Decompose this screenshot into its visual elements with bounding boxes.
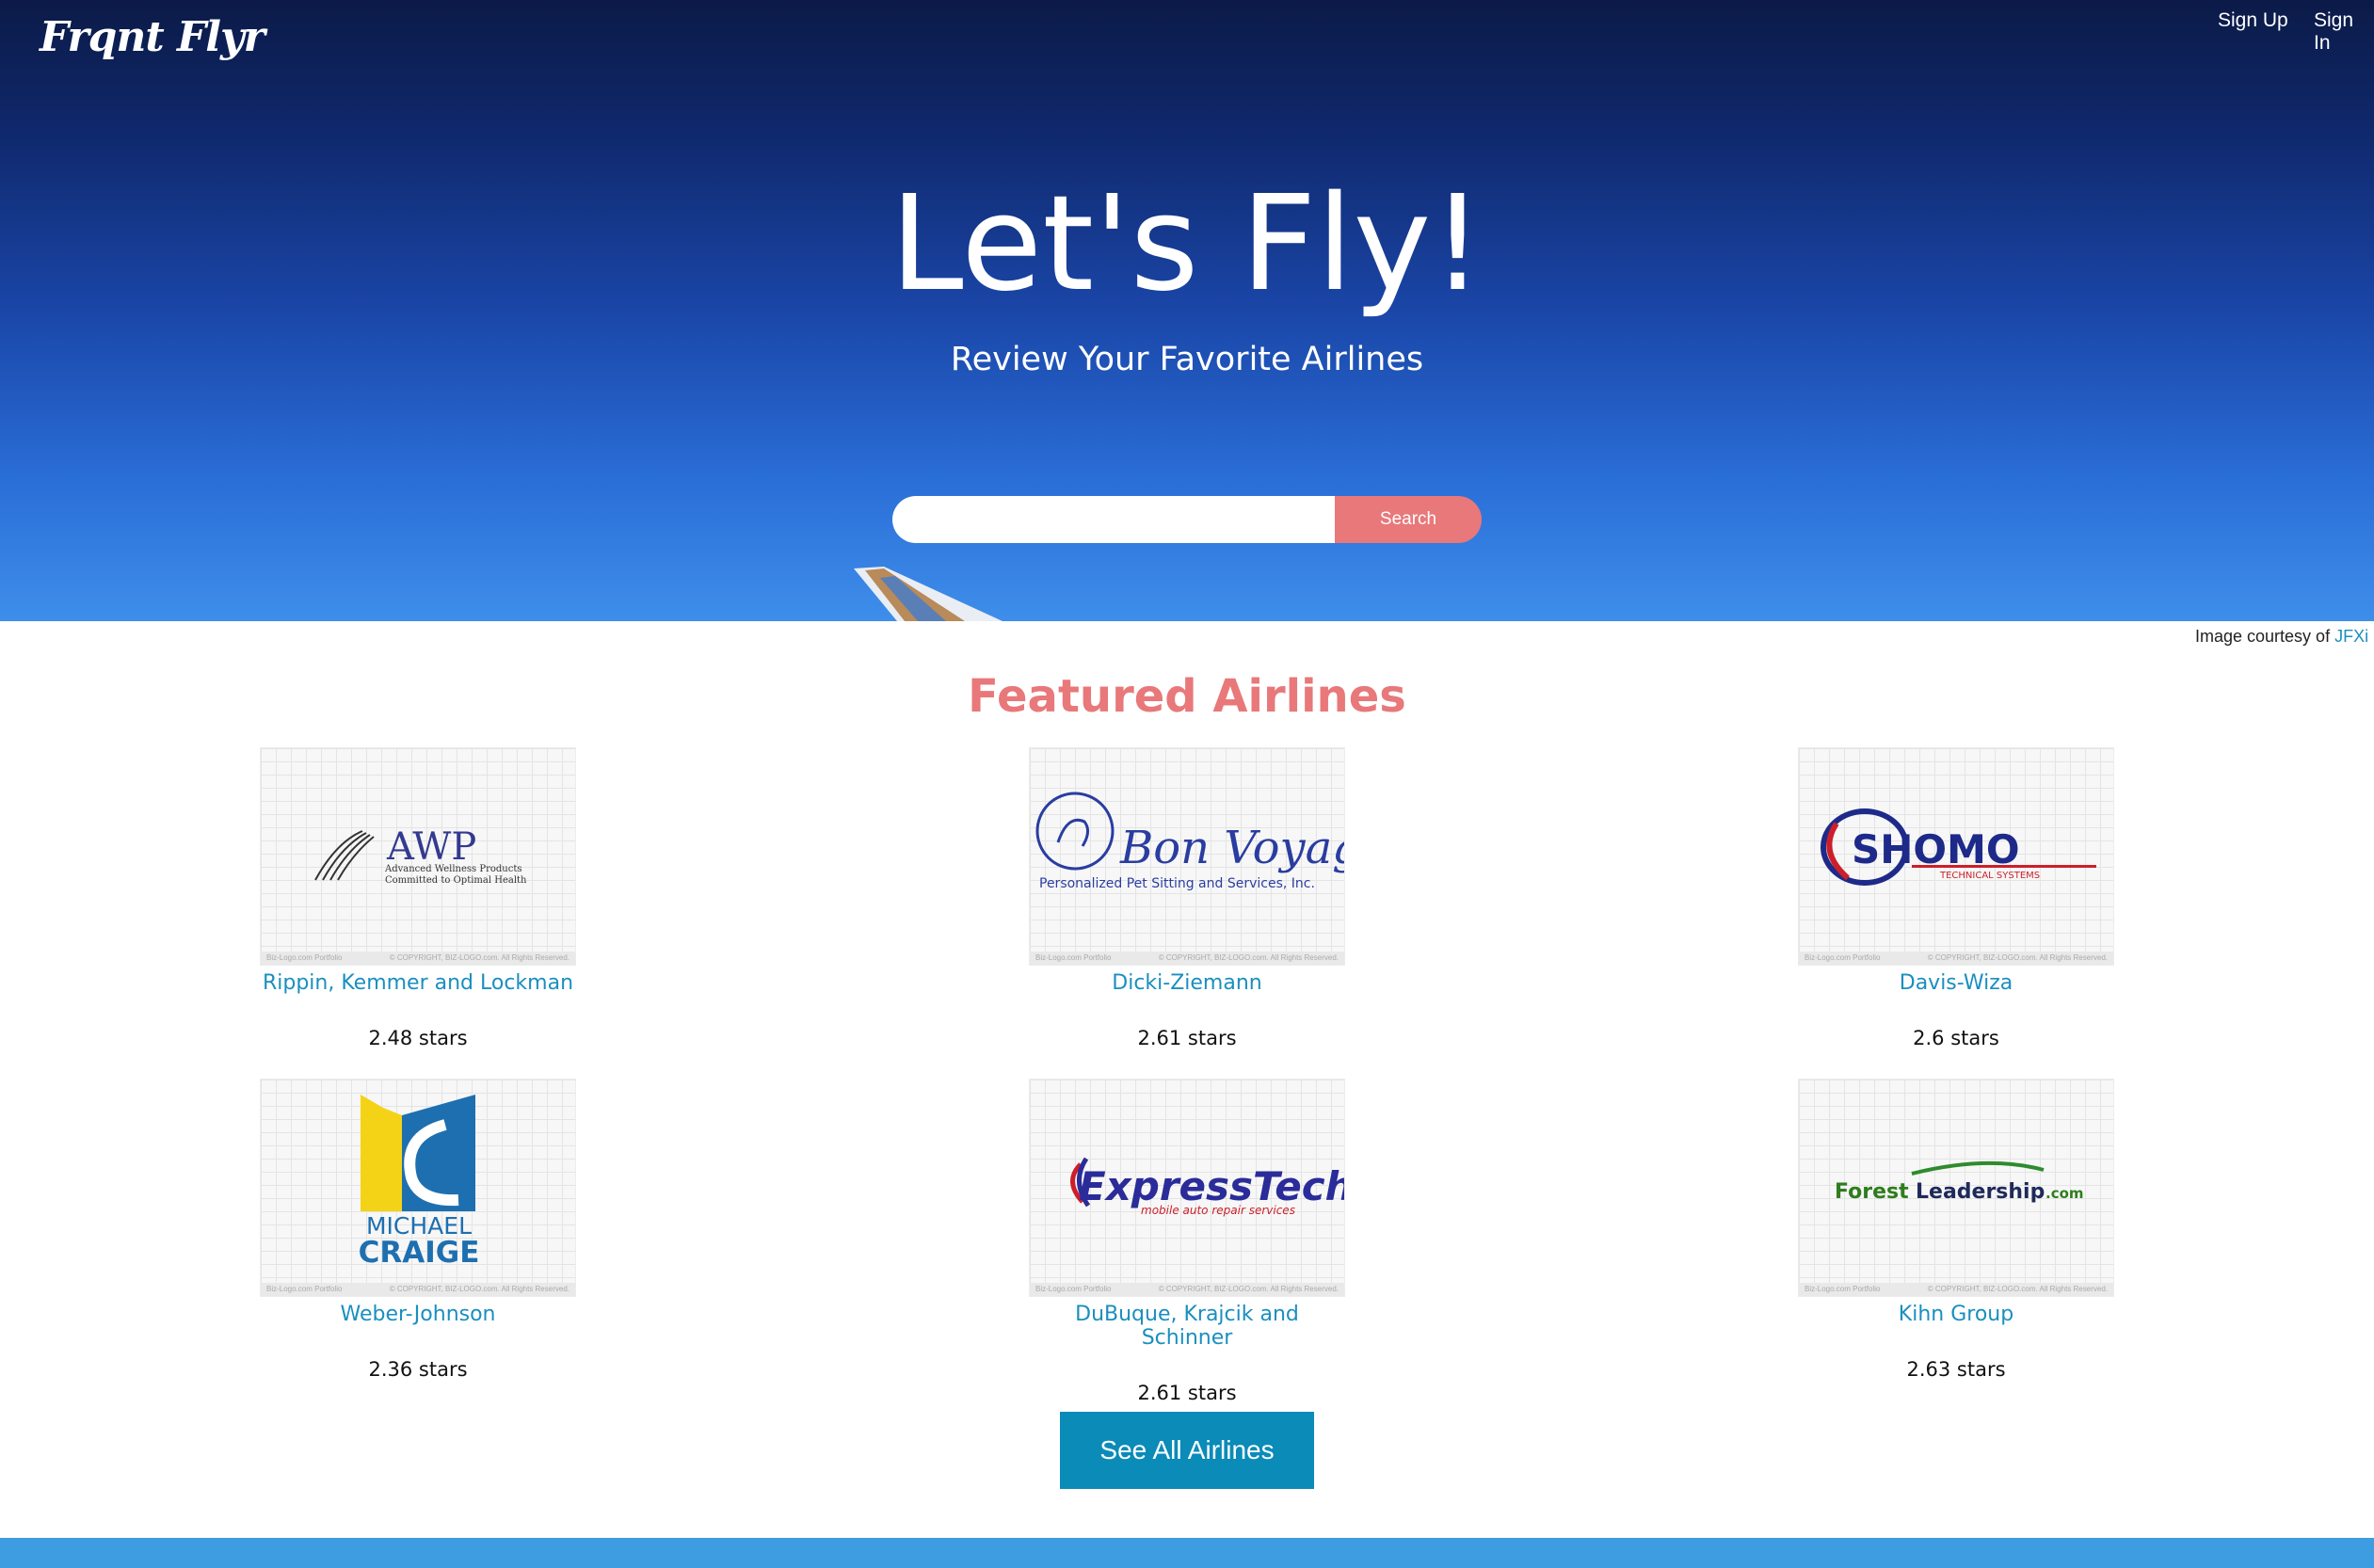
- bon-voyage-logo: Bon Voyage Personalized Pet Sitting and …: [1035, 792, 1345, 891]
- logo-footer: Biz-Logo.com Portfolio © COPYRIGHT, BIZ-L…: [261, 952, 575, 965]
- airline-name-link[interactable]: Dicki-Ziemann: [1027, 971, 1347, 995]
- svg-text:AWP: AWP: [386, 825, 476, 869]
- airline-rating: 2.36 stars: [368, 1358, 468, 1381]
- awp-logo: AWP Advanced Wellness Products Committed…: [314, 825, 527, 886]
- svg-text:ExpressTech: ExpressTech: [1079, 1163, 1345, 1209]
- shomo-logo: SHOMO TECHNICAL SYSTEMS: [1821, 808, 2096, 886]
- forestleadership-logo: Forest Leadership .com: [1835, 1160, 2084, 1204]
- hero-title: Let's Fly!: [890, 168, 1484, 321]
- airline-name-link[interactable]: DuBuque, Krajcik and Schinner: [1027, 1303, 1347, 1350]
- airline-rating: 2.61 stars: [1137, 1382, 1237, 1404]
- hero-banner: Frqnt Flyr Sign Up Sign In Let's Fly! Re…: [0, 0, 2374, 621]
- footer-bar: [0, 1538, 2374, 1568]
- site-logo[interactable]: Frqnt Flyr: [40, 13, 265, 61]
- airline-logo-image[interactable]: Forest Leadership .com Biz-Logo.com Port…: [1798, 1079, 2114, 1297]
- airline-logo-image[interactable]: Bon Voyage Personalized Pet Sitting and …: [1029, 747, 1345, 966]
- sign-up-link[interactable]: Sign Up: [2218, 9, 2288, 32]
- svg-text:.com: .com: [2045, 1185, 2084, 1202]
- search-bar: Search: [892, 496, 1482, 543]
- airline-card: AWP Advanced Wellness Products Committed…: [258, 747, 578, 1049]
- airplane-tail-image: [854, 567, 1003, 621]
- sign-in-link[interactable]: Sign In: [2314, 9, 2374, 55]
- page: Frqnt Flyr Sign Up Sign In Let's Fly! Re…: [0, 0, 2374, 1568]
- hero-subtitle: Review Your Favorite Airlines: [950, 341, 1424, 378]
- logo-footer: Biz-Logo.com Portfolio © COPYRIGHT, BIZ-L…: [1030, 1283, 1344, 1296]
- airline-logo-image[interactable]: SHOMO TECHNICAL SYSTEMS Biz-Logo.com Por…: [1798, 747, 2114, 966]
- airline-name-link[interactable]: Rippin, Kemmer and Lockman: [258, 971, 578, 995]
- see-all-airlines-button[interactable]: See All Airlines: [1060, 1412, 1314, 1489]
- airline-card: ExpressTech mobile auto repair services …: [1027, 1079, 1347, 1404]
- airline-rating: 2.61 stars: [1137, 1027, 1237, 1049]
- logo-footer: Biz-Logo.com Portfolio © COPYRIGHT, BIZ-L…: [1799, 952, 2113, 965]
- michael-craige-logo: MICHAEL CRAIGE: [359, 1095, 480, 1270]
- svg-text:Bon Voyage: Bon Voyage: [1119, 822, 1345, 874]
- logo-footer: Biz-Logo.com Portfolio © COPYRIGHT, BIZ-L…: [261, 1283, 575, 1296]
- airline-card: MICHAEL CRAIGE Biz-Logo.com Portfolio © C…: [258, 1079, 578, 1381]
- svg-text:CRAIGE: CRAIGE: [359, 1236, 480, 1270]
- airline-logo-image[interactable]: ExpressTech mobile auto repair services …: [1029, 1079, 1345, 1297]
- svg-text:Forest: Forest: [1835, 1180, 1909, 1204]
- airline-logo-image[interactable]: AWP Advanced Wellness Products Committed…: [260, 747, 576, 966]
- search-button[interactable]: Search: [1335, 496, 1482, 543]
- airline-card: Bon Voyage Personalized Pet Sitting and …: [1027, 747, 1347, 1049]
- airline-name-link[interactable]: Kihn Group: [1796, 1303, 2116, 1326]
- image-credit-text: Image courtesy of: [2195, 627, 2331, 646]
- svg-text:TECHNICAL SYSTEMS: TECHNICAL SYSTEMS: [1939, 871, 2040, 881]
- airline-logo-image[interactable]: MICHAEL CRAIGE Biz-Logo.com Portfolio © C…: [260, 1079, 576, 1297]
- airline-name-link[interactable]: Davis-Wiza: [1796, 971, 2116, 995]
- search-input[interactable]: [892, 496, 1335, 543]
- airline-card: SHOMO TECHNICAL SYSTEMS Biz-Logo.com Por…: [1796, 747, 2116, 1049]
- logo-footer: Biz-Logo.com Portfolio © COPYRIGHT, BIZ-L…: [1030, 952, 1344, 965]
- image-credit: Image courtesy of JFXi: [2195, 627, 2368, 647]
- airline-name-link[interactable]: Weber-Johnson: [258, 1303, 578, 1326]
- featured-title: Featured Airlines: [968, 670, 1406, 723]
- airline-rating: 2.6 stars: [1913, 1027, 1999, 1049]
- airline-rating: 2.63 stars: [1906, 1358, 2006, 1381]
- image-credit-link[interactable]: JFXi: [2334, 627, 2368, 646]
- airline-rating: 2.48 stars: [368, 1027, 468, 1049]
- airline-card: Forest Leadership .com Biz-Logo.com Port…: [1796, 1079, 2116, 1381]
- svg-text:mobile auto repair services: mobile auto repair services: [1141, 1204, 1295, 1217]
- svg-text:Leadership: Leadership: [1916, 1180, 2045, 1204]
- svg-text:Committed to Optimal Health: Committed to Optimal Health: [385, 875, 527, 886]
- logo-footer: Biz-Logo.com Portfolio © COPYRIGHT, BIZ-L…: [1799, 1283, 2113, 1296]
- expresstech-logo: ExpressTech mobile auto repair services: [1070, 1157, 1345, 1217]
- svg-text:Personalized Pet Sitting and S: Personalized Pet Sitting and Services, I…: [1039, 876, 1315, 891]
- svg-text:Advanced Wellness Products: Advanced Wellness Products: [384, 864, 521, 874]
